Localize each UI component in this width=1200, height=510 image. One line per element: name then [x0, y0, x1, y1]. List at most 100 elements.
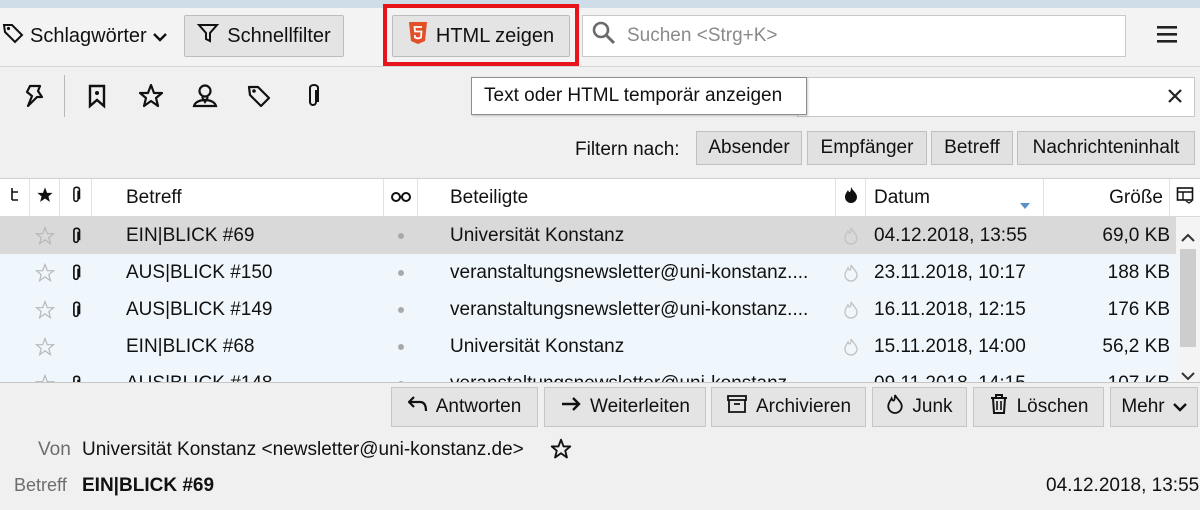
hamburger-menu-icon: [1156, 24, 1178, 50]
tags-menu-label: Schlagwörter: [30, 24, 147, 47]
row-participants: veranstaltungsnewsletter@uni-konstanz...…: [450, 365, 830, 383]
thread-column-header[interactable]: [0, 179, 30, 217]
paperclip-icon: [69, 184, 83, 212]
message-date: 04.12.2018, 13:55: [1046, 475, 1200, 496]
from-value[interactable]: Universität Konstanz <newsletter@uni-kon…: [82, 439, 524, 461]
unread-filter-icon[interactable]: [82, 81, 112, 111]
read-status-dot[interactable]: [384, 328, 418, 365]
junk-status-icon[interactable]: [836, 291, 866, 328]
filter-recipient-button[interactable]: Empfänger: [807, 131, 927, 165]
star-outline-icon[interactable]: [550, 438, 572, 466]
clear-icon[interactable]: [1166, 87, 1184, 111]
reply-button[interactable]: Antworten: [391, 387, 538, 427]
main-toolbar: Schlagwörter Schnellfilter HTML zeigen S…: [0, 8, 1200, 66]
quickfilter-bar: Text oder HTML temporär anzeigen Filtern…: [0, 66, 1200, 178]
participants-column-header[interactable]: Beteiligte: [418, 179, 836, 217]
junk-status-icon[interactable]: [836, 328, 866, 365]
read-status-dot[interactable]: [384, 217, 418, 254]
search-icon: [591, 20, 617, 52]
scrollbar-thumb[interactable]: [1180, 249, 1196, 347]
message-list: Betreff Beteiligte Datum Größe EIN|BLICK…: [0, 178, 1200, 382]
forward-button[interactable]: Weiterleiten: [544, 387, 706, 427]
delete-button[interactable]: Löschen: [973, 387, 1104, 427]
message-row[interactable]: EIN|BLICK #69 Universität Konstanz 04.12…: [0, 217, 1176, 254]
message-header-pane: Antworten Weiterleiten Archivieren Junk …: [0, 382, 1200, 510]
delete-label: Löschen: [1016, 396, 1089, 417]
junk-button[interactable]: Junk: [872, 387, 967, 427]
read-status-dot[interactable]: [384, 365, 418, 382]
junk-status-icon[interactable]: [836, 217, 866, 254]
reply-label: Antworten: [435, 396, 522, 417]
from-label: Von: [38, 439, 71, 460]
star-column-header[interactable]: [30, 179, 60, 217]
contact-filter-icon[interactable]: [190, 81, 220, 111]
subject-label: Betreff: [14, 475, 67, 495]
date-header-label: Datum: [874, 187, 930, 208]
row-size: 56,2 KB: [1102, 335, 1170, 357]
scroll-up-icon[interactable]: [1181, 227, 1195, 249]
quickfilter-button[interactable]: Schnellfilter: [184, 15, 344, 57]
subject-column-header[interactable]: Betreff: [92, 179, 384, 217]
row-participants: veranstaltungsnewsletter@uni-konstanz...…: [450, 261, 809, 283]
row-date: 23.11.2018, 10:17: [874, 261, 1026, 283]
more-button[interactable]: Mehr: [1110, 387, 1198, 427]
row-subject: AUS|BLICK #150: [126, 261, 273, 283]
forward-arrow-icon: [560, 396, 582, 418]
search-box[interactable]: Suchen <Strg+K>: [582, 15, 1126, 57]
row-date: 04.12.2018, 13:55: [874, 224, 1028, 246]
filter-by-label: Filtern nach:: [575, 139, 680, 160]
attachment-filter-icon[interactable]: [298, 81, 328, 111]
row-size: 188 KB: [1107, 261, 1170, 283]
junk-status-icon[interactable]: [836, 254, 866, 291]
message-row[interactable]: AUS|BLICK #150 veranstaltungsnewsletter@…: [0, 254, 1176, 291]
filter-body-button[interactable]: Nachrichteninhalt: [1017, 131, 1195, 165]
search-placeholder: Suchen <Strg+K>: [627, 25, 778, 46]
star-toggle-icon[interactable]: [34, 328, 56, 365]
attachment-icon: [64, 254, 88, 291]
star-toggle-icon[interactable]: [34, 254, 56, 291]
quickfilter-text-input[interactable]: [797, 77, 1195, 117]
window-top-strip: [0, 0, 1200, 8]
star-toggle-icon[interactable]: [34, 291, 56, 328]
row-subject: EIN|BLICK #68: [126, 335, 255, 357]
subject-value: EIN|BLICK #69: [82, 475, 215, 496]
attachment-icon: [64, 217, 88, 254]
tag-filter-icon[interactable]: [244, 81, 274, 111]
filter-subject-button[interactable]: Betreff: [931, 131, 1013, 165]
thread-icon: [9, 187, 21, 209]
junk-column-header[interactable]: [836, 179, 866, 217]
date-column-header[interactable]: Datum: [866, 179, 1044, 217]
message-row[interactable]: EIN|BLICK #68 Universität Konstanz 15.11…: [0, 328, 1176, 365]
read-column-header[interactable]: [384, 179, 418, 217]
archive-label: Archivieren: [755, 396, 852, 417]
star-toggle-icon[interactable]: [34, 365, 56, 382]
star-toggle-icon[interactable]: [34, 217, 56, 254]
tags-menu-button[interactable]: Schlagwörter: [2, 22, 167, 50]
quickfilter-label: Schnellfilter: [227, 24, 331, 47]
quickfilter-separator: [64, 75, 65, 117]
scroll-down-icon[interactable]: [1181, 365, 1195, 382]
sticky-pin-icon[interactable]: [20, 81, 50, 111]
read-status-dot[interactable]: [384, 254, 418, 291]
star-filter-icon[interactable]: [136, 81, 166, 111]
attachment-column-header[interactable]: [60, 179, 92, 217]
message-row[interactable]: AUS|BLICK #149 veranstaltungsnewsletter@…: [0, 291, 1176, 328]
row-participants: Universität Konstanz: [450, 335, 625, 357]
column-picker[interactable]: [1170, 179, 1200, 217]
row-subject: AUS|BLICK #148: [126, 365, 382, 383]
forward-label: Weiterleiten: [590, 396, 690, 417]
app-menu-button[interactable]: [1156, 24, 1178, 50]
read-status-icon: [390, 187, 411, 209]
archive-button[interactable]: Archivieren: [711, 387, 866, 427]
row-participants: Universität Konstanz: [450, 224, 625, 246]
attachment-icon: [64, 291, 88, 328]
sort-descending-icon: [1019, 194, 1031, 216]
message-row[interactable]: AUS|BLICK #148 veranstaltungsnewsletter@…: [0, 365, 1176, 382]
archive-box-icon: [726, 394, 748, 420]
read-status-dot[interactable]: [384, 291, 418, 328]
row-size: 69,0 KB: [1102, 224, 1170, 246]
chevron-down-icon: [152, 25, 167, 48]
junk-flame-icon: [843, 186, 859, 210]
size-column-header[interactable]: Größe: [1044, 179, 1170, 217]
filter-sender-button[interactable]: Absender: [696, 131, 802, 165]
